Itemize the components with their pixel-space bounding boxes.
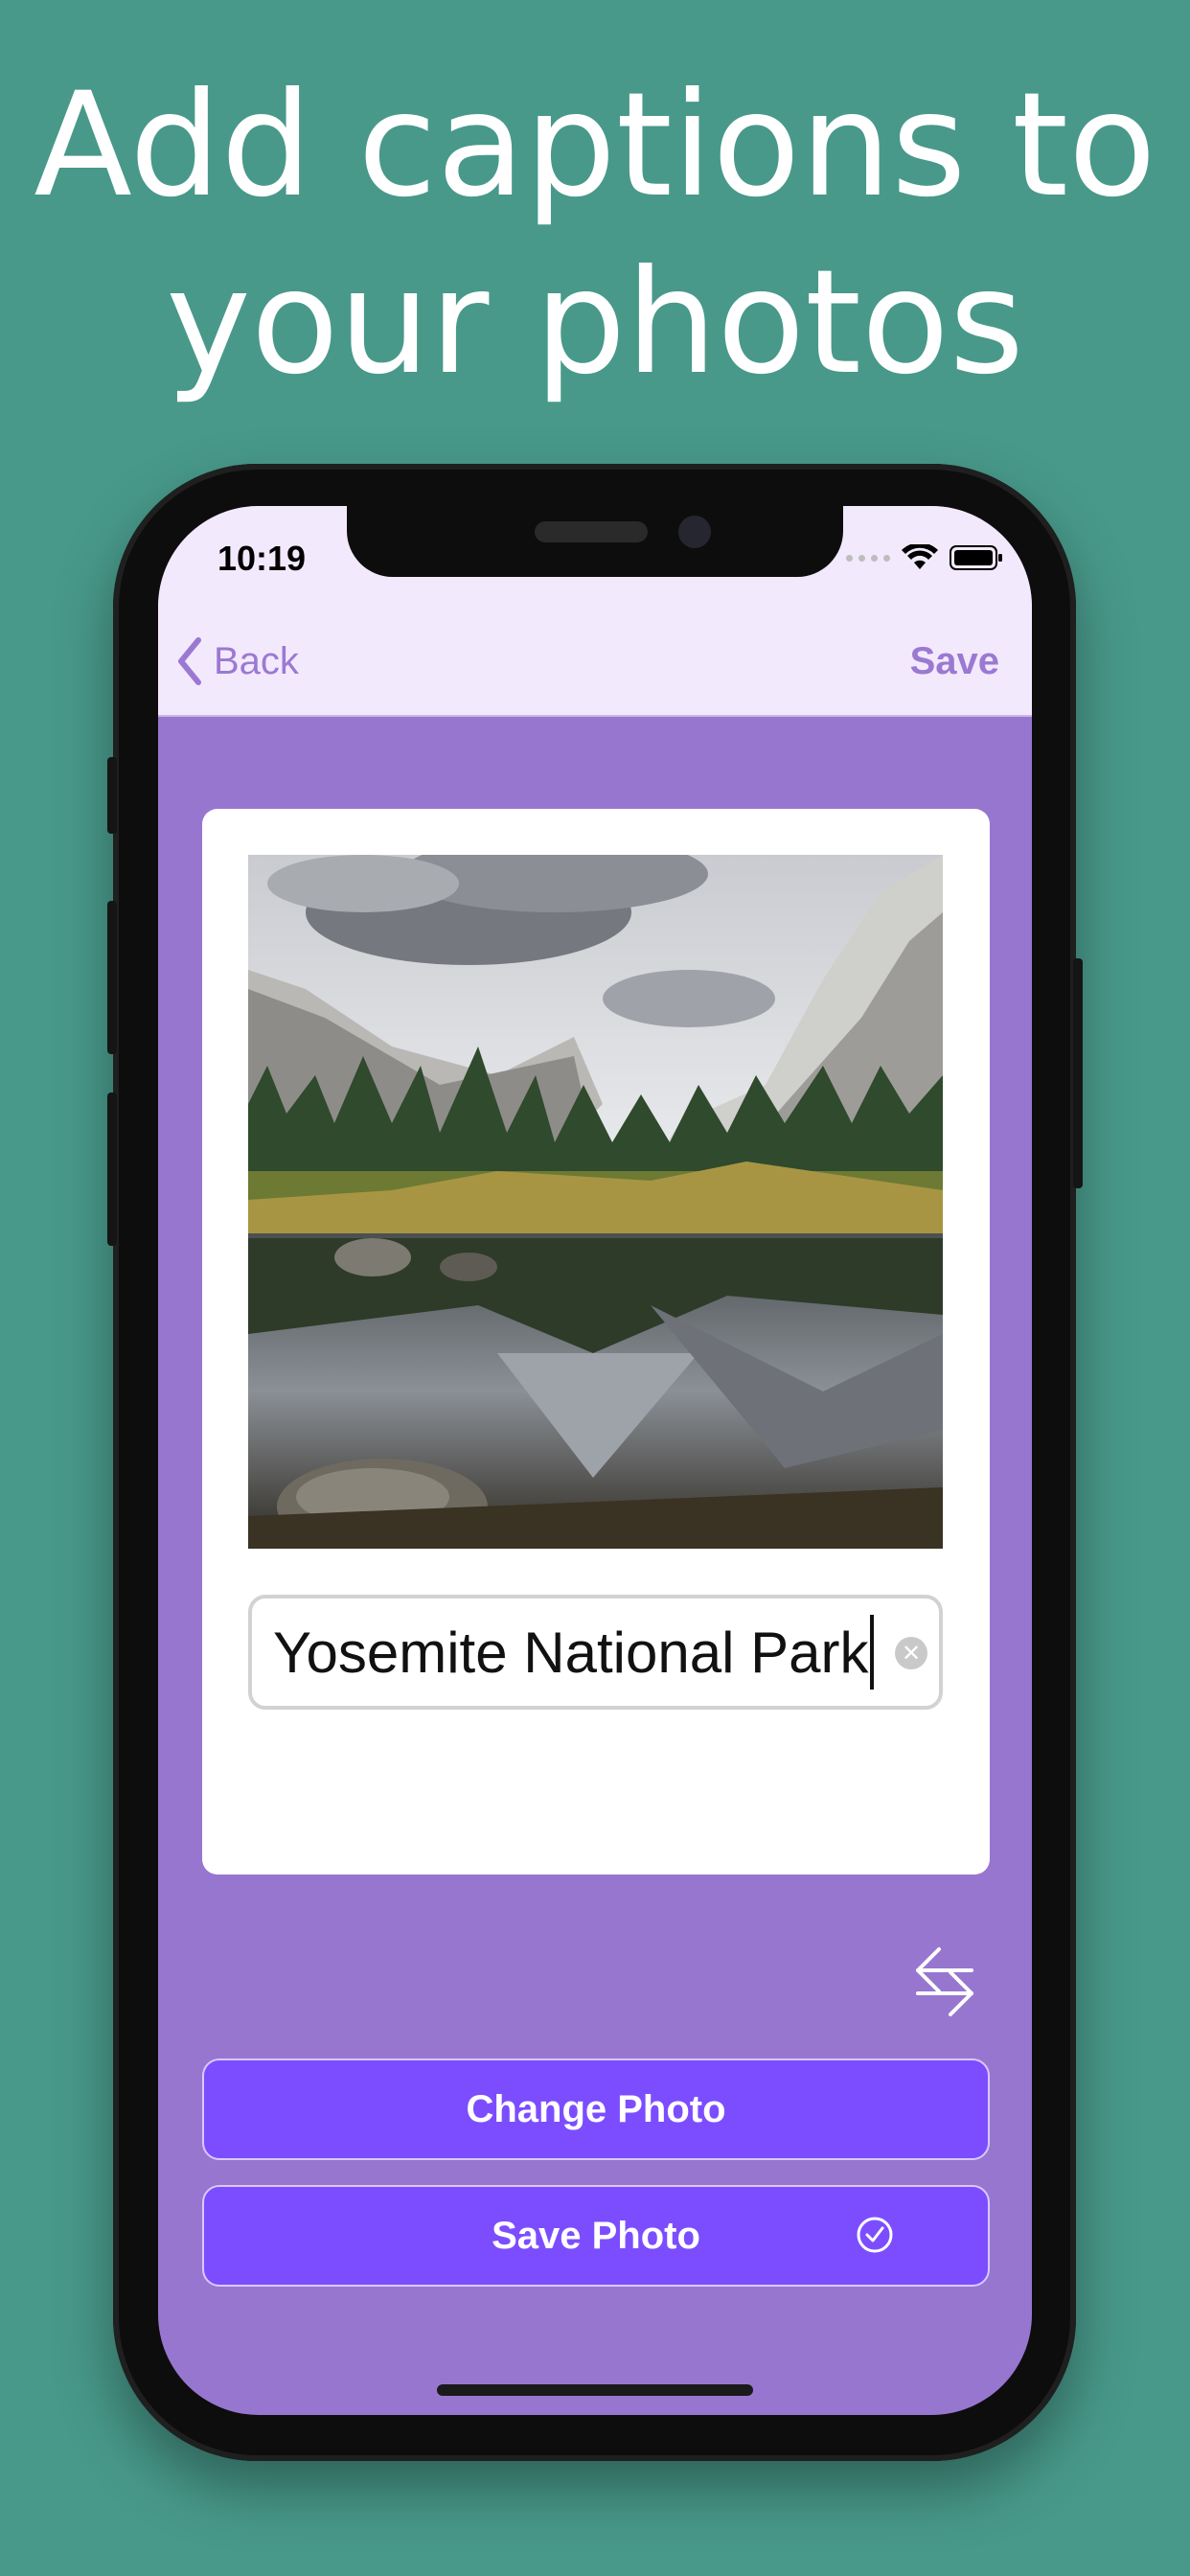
change-photo-label: Change Photo bbox=[466, 2087, 726, 2130]
promo-headline: Add captions to your photos bbox=[0, 58, 1190, 412]
caption-input-value: Yosemite National Park bbox=[273, 1620, 869, 1685]
headline-line-2: your photos bbox=[166, 240, 1024, 406]
battery-icon bbox=[950, 545, 1002, 570]
clear-text-icon[interactable]: ✕ bbox=[895, 1637, 927, 1669]
front-camera bbox=[678, 516, 711, 548]
phone-notch bbox=[347, 506, 843, 577]
headline-line-1: Add captions to bbox=[34, 62, 1156, 229]
save-nav-button[interactable]: Save bbox=[910, 640, 999, 683]
back-button[interactable]: Back bbox=[175, 636, 299, 686]
checkmark-circle-icon bbox=[857, 2217, 893, 2253]
save-photo-label: Save Photo bbox=[492, 2214, 700, 2257]
phone-volume-up bbox=[107, 901, 117, 1054]
save-photo-button[interactable]: Save Photo bbox=[202, 2185, 990, 2287]
photo-image bbox=[248, 855, 943, 1549]
text-cursor bbox=[870, 1615, 875, 1690]
phone-screen: 10:19 Back Save Yosemite National Park ✕… bbox=[158, 506, 1032, 2415]
back-label: Back bbox=[214, 639, 299, 682]
change-photo-button[interactable]: Change Photo bbox=[202, 2058, 990, 2160]
signal-dots-icon bbox=[846, 554, 890, 562]
wifi-icon bbox=[902, 544, 938, 569]
photo-card: Yosemite National Park ✕ bbox=[202, 809, 990, 1874]
swap-arrows-icon[interactable] bbox=[901, 1938, 987, 2024]
caption-input[interactable]: Yosemite National Park ✕ bbox=[248, 1595, 943, 1710]
phone-silent-switch bbox=[107, 757, 117, 834]
chevron-left-icon bbox=[178, 637, 201, 685]
phone-power-button bbox=[1073, 958, 1083, 1188]
speaker-grille bbox=[535, 521, 648, 542]
status-icons bbox=[846, 544, 1003, 571]
status-time: 10:19 bbox=[217, 539, 307, 578]
home-indicator[interactable] bbox=[437, 2384, 753, 2396]
phone-volume-down bbox=[107, 1092, 117, 1246]
